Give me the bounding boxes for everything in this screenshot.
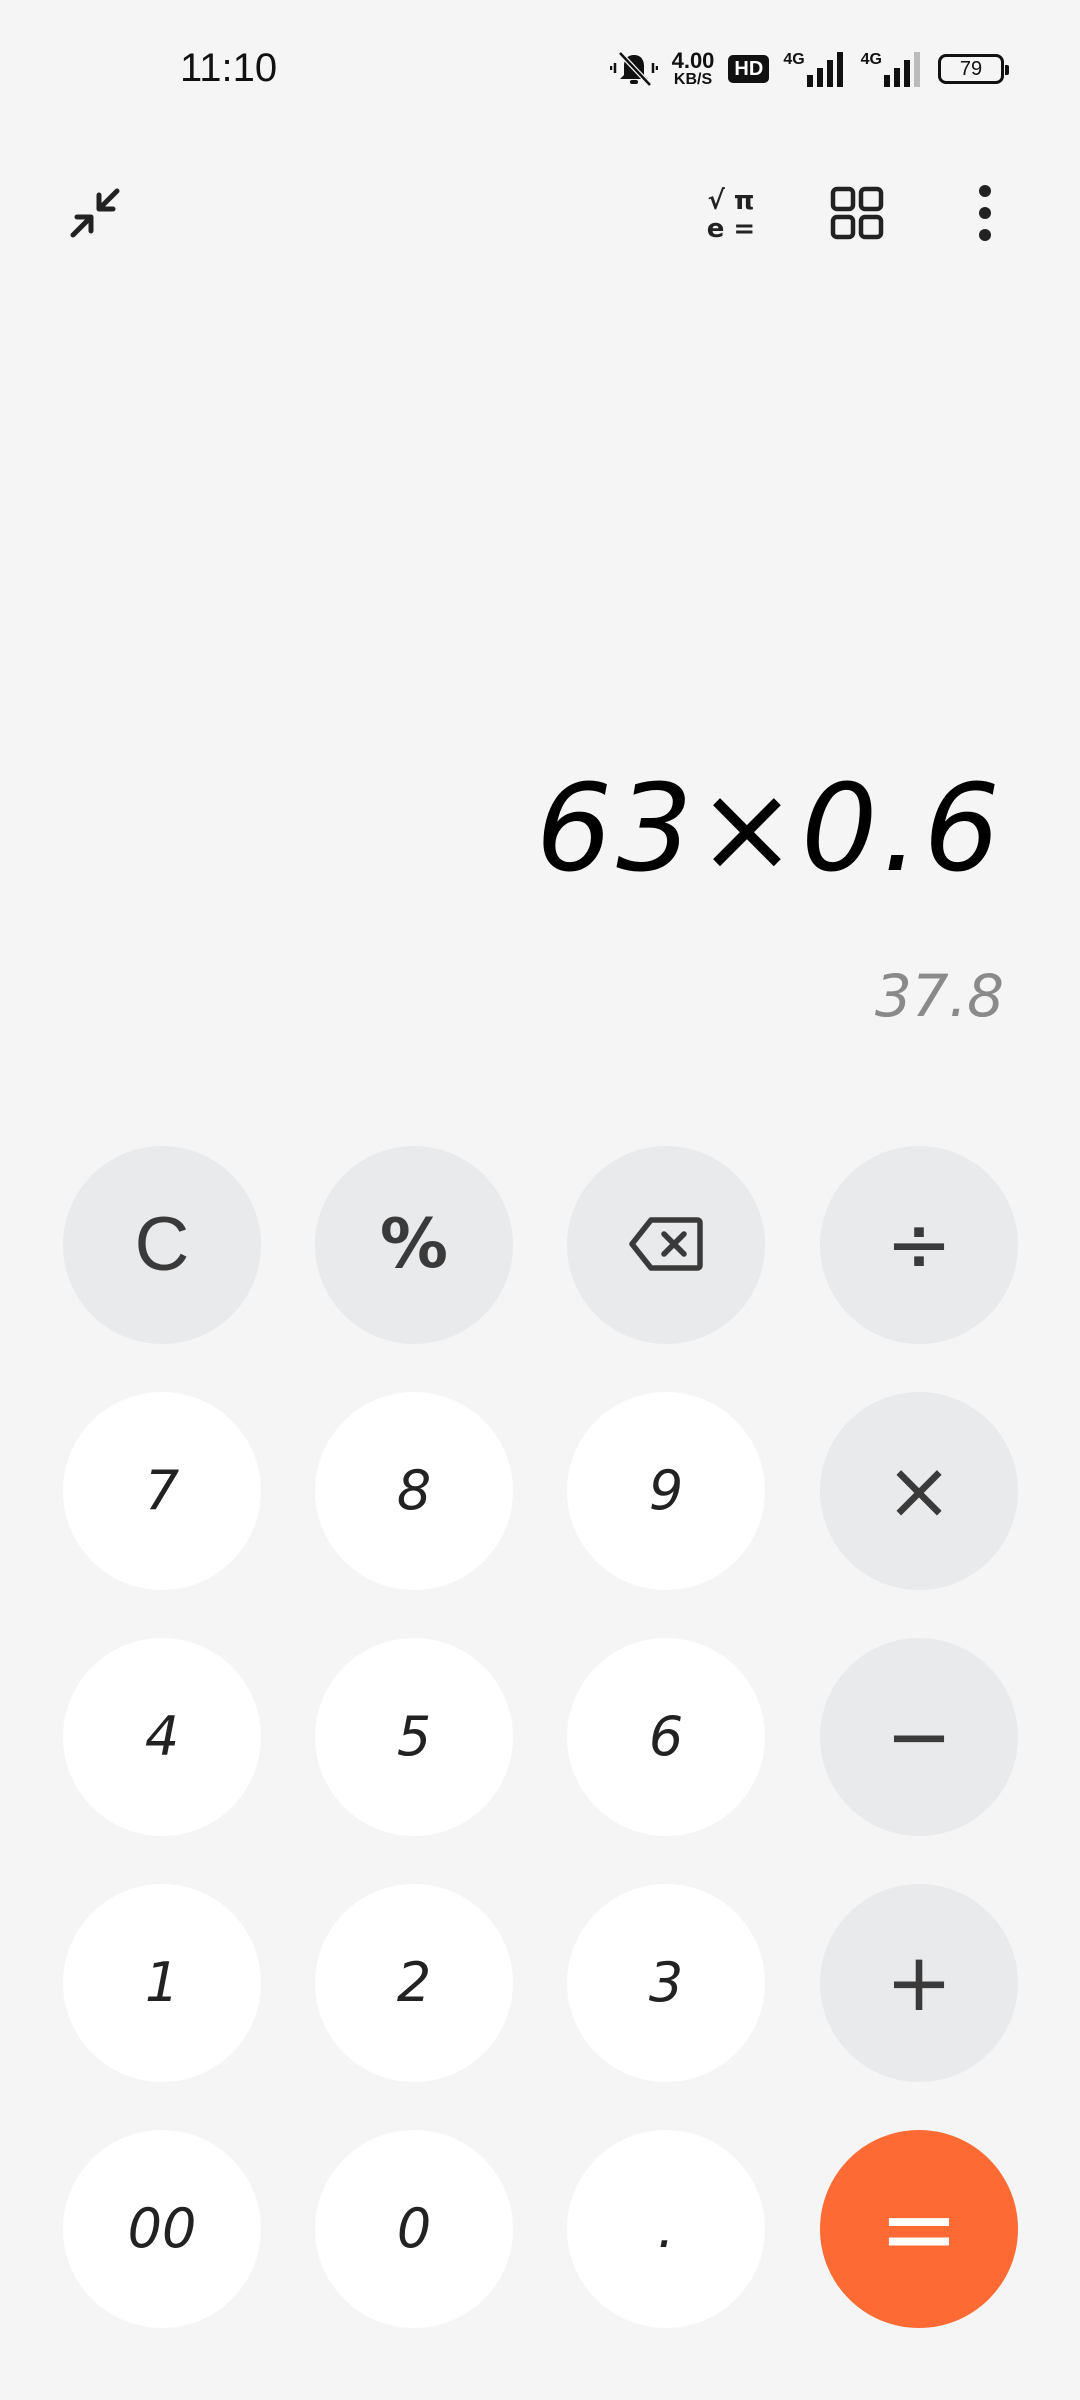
equals-button[interactable]: = [820,2130,1018,2328]
digit-8-button[interactable]: 8 [315,1392,513,1590]
multiply-button[interactable]: × [820,1392,1018,1590]
calculator-app: 11:10 4.00 KB/S HD 4G 4G 79 √ π e = 63×0… [0,0,1080,2400]
backspace-button[interactable] [567,1146,765,1344]
equals-label: = [878,2173,960,2285]
minus-label: − [885,1690,953,1783]
multiply-label: × [885,1444,953,1537]
digit-1-button[interactable]: 1 [63,1884,261,2082]
clear-button[interactable]: C [63,1146,261,1344]
digit-5-label: 5 [396,1705,432,1768]
digit-3-button[interactable]: 3 [567,1884,765,2082]
digit-2-button[interactable]: 2 [315,1884,513,2082]
minus-button[interactable]: − [820,1638,1018,1836]
digit-7-button[interactable]: 7 [63,1392,261,1590]
percent-label: % [379,1205,449,1284]
digit-2-label: 2 [396,1951,432,2014]
clear-label: C [134,1202,190,1287]
digit-4-button[interactable]: 4 [63,1638,261,1836]
digit-9-button[interactable]: 9 [567,1392,765,1590]
decimal-button[interactable]: . [567,2130,765,2328]
plus-label: + [885,1936,953,2029]
digit-1-label: 1 [144,1951,180,2014]
digit-8-label: 8 [396,1459,432,1522]
decimal-label: . [657,2197,675,2260]
percent-button[interactable]: % [315,1146,513,1344]
digit-6-label: 6 [648,1705,684,1768]
digit-4-label: 4 [144,1705,180,1768]
digit-9-label: 9 [648,1459,684,1522]
digit-0-button[interactable]: 0 [315,2130,513,2328]
backspace-icon [629,1201,703,1290]
digit-5-button[interactable]: 5 [315,1638,513,1836]
double-zero-button[interactable]: 00 [63,2130,261,2328]
digit-0-label: 0 [396,2197,432,2260]
divide-button[interactable]: ÷ [820,1146,1018,1344]
divide-label: ÷ [885,1198,953,1291]
keypad: C % ÷ 7 8 9 × 4 5 6 − 1 2 3 + 00 0 . = [0,0,1080,2400]
digit-3-label: 3 [648,1951,684,2014]
digit-6-button[interactable]: 6 [567,1638,765,1836]
plus-button[interactable]: + [820,1884,1018,2082]
digit-7-label: 7 [144,1459,180,1522]
double-zero-label: 00 [127,2197,197,2260]
